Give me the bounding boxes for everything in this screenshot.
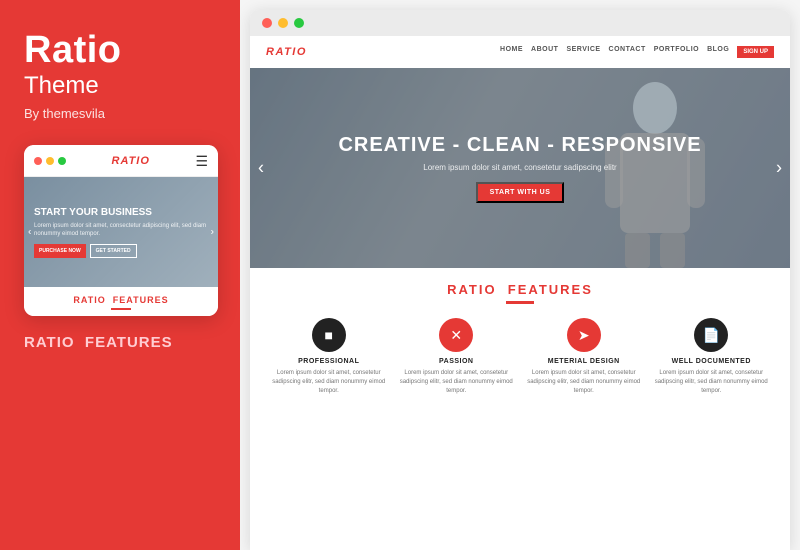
right-panel: RATIO HOME ABOUT SERVICE CONTACT PORTFOL… (240, 0, 800, 550)
feature-material-name: METERIAL DESIGN (548, 358, 620, 365)
feature-material-icon: ➤ (567, 318, 601, 352)
feature-material: ➤ METERIAL DESIGN Lorem ipsum dolor sit … (525, 318, 643, 396)
site-nav-contact[interactable]: CONTACT (609, 46, 646, 58)
site-hero-arrow-left-icon[interactable]: ‹ (258, 158, 264, 179)
site-nav-home[interactable]: HOME (500, 46, 523, 58)
mobile-features-title: RATIO FEATURES (24, 295, 218, 305)
mobile-hero-desc: Lorem ipsum dolor sit amet, consectetur … (34, 222, 208, 239)
features-label1: RATIO (447, 282, 496, 297)
mobile-logo: RATIO (112, 155, 150, 167)
site-nav-links: HOME ABOUT SERVICE CONTACT PORTFOLIO BLO… (327, 46, 774, 58)
mobile-features-section: RATIO FEATURES (24, 287, 218, 316)
site-hero-content: CREATIVE - CLEAN - RESPONSIVE Lorem ipsu… (338, 134, 701, 203)
feature-professional-desc: Lorem ipsum dolor sit amet, consetetur s… (270, 369, 388, 396)
site-nav-portfolio[interactable]: PORTFOLIO (654, 46, 699, 58)
feature-professional: ■ PROFESSIONAL Lorem ipsum dolor sit ame… (270, 318, 388, 396)
site-hero-cta-button[interactable]: START WITH US (476, 182, 565, 203)
site-features: RATIO FEATURES ■ PROFESSIONAL Lorem ipsu… (250, 268, 790, 550)
feature-documented-name: WELL DOCUMENTED (672, 358, 751, 365)
mobile-dots (34, 157, 66, 165)
site-hero-title: CREATIVE - CLEAN - RESPONSIVE (338, 134, 701, 157)
theme-title: Ratio Theme By themesvila (24, 30, 122, 121)
site-nav-about[interactable]: ABOUT (531, 46, 558, 58)
feature-passion-icon: ✕ (439, 318, 473, 352)
mobile-arrow-right-icon[interactable]: › (211, 226, 214, 237)
browser-chrome: RATIO HOME ABOUT SERVICE CONTACT PORTFOL… (250, 10, 790, 550)
mobile-dot-red (34, 157, 42, 165)
site-nav-blog[interactable]: BLOG (707, 46, 729, 58)
by-text: By themesvila (24, 106, 122, 121)
feature-professional-icon: ■ (312, 318, 346, 352)
site-navbar: RATIO HOME ABOUT SERVICE CONTACT PORTFOL… (250, 36, 790, 68)
site-nav-service[interactable]: SERVICE (566, 46, 600, 58)
site-nav-signup-button[interactable]: SIGN UP (737, 46, 774, 58)
browser-dot-red[interactable] (262, 18, 272, 28)
mobile-hero-buttons: PURCHASE NOW GET STARTED (34, 244, 208, 258)
features-underline (506, 301, 534, 304)
feature-documented-desc: Lorem ipsum dolor sit amet, consetetur s… (653, 369, 771, 396)
browser-top-bar (250, 10, 790, 36)
mobile-top-bar: RATIO ☰ (24, 145, 218, 177)
browser-dot-green[interactable] (294, 18, 304, 28)
left-panel: Ratio Theme By themesvila RATIO ☰ ‹ STAR… (0, 0, 240, 550)
site-hero-desc: Lorem ipsum dolor sit amet, consetetur s… (338, 163, 701, 172)
mobile-features-underline (111, 308, 131, 310)
mobile-hero: ‹ START YOUR BUSINESS Lorem ipsum dolor … (24, 177, 218, 287)
features-label2: FEATURES (508, 282, 593, 297)
hamburger-icon[interactable]: ☰ (195, 153, 208, 170)
left-bottom-features: RATIO FEATURES (24, 334, 173, 351)
mobile-features-label2: FEATURES (113, 295, 169, 305)
feature-passion: ✕ PASSION Lorem ipsum dolor sit amet, co… (398, 318, 516, 396)
feature-passion-desc: Lorem ipsum dolor sit amet, consetetur s… (398, 369, 516, 396)
mobile-dot-yellow (46, 157, 54, 165)
site-hero-arrow-right-icon[interactable]: › (776, 158, 782, 179)
feature-documented-icon: 📄 (694, 318, 728, 352)
left-features-label2: FEATURES (85, 334, 173, 351)
browser-content: RATIO HOME ABOUT SERVICE CONTACT PORTFOL… (250, 36, 790, 550)
left-bottom-features-text: RATIO FEATURES (24, 334, 173, 351)
feature-documented: 📄 WELL DOCUMENTED Lorem ipsum dolor sit … (653, 318, 771, 396)
mobile-hero-content: START YOUR BUSINESS Lorem ipsum dolor si… (34, 206, 208, 258)
site-features-title: RATIO FEATURES (270, 282, 770, 297)
site-hero: ‹ CREATIVE - CLEAN - RESPONSIVE Lorem ip… (250, 68, 790, 268)
subtitle-text: Theme (24, 72, 122, 100)
mobile-get-started-button[interactable]: GET STARTED (90, 244, 137, 258)
feature-professional-name: PROFESSIONAL (298, 358, 359, 365)
features-grid: ■ PROFESSIONAL Lorem ipsum dolor sit ame… (270, 318, 770, 396)
mobile-arrow-left-icon[interactable]: ‹ (28, 226, 31, 237)
mobile-features-label1: RATIO (73, 295, 105, 305)
feature-passion-name: PASSION (439, 358, 474, 365)
mobile-hero-title: START YOUR BUSINESS (34, 206, 208, 219)
title-text: Ratio (24, 30, 122, 72)
left-features-label1: RATIO (24, 334, 75, 351)
feature-material-desc: Lorem ipsum dolor sit amet, consetetur s… (525, 369, 643, 396)
mobile-purchase-button[interactable]: PURCHASE NOW (34, 244, 86, 258)
site-nav-logo: RATIO (266, 46, 307, 58)
mobile-mockup: RATIO ☰ ‹ START YOUR BUSINESS Lorem ipsu… (24, 145, 218, 316)
browser-dot-yellow[interactable] (278, 18, 288, 28)
mobile-dot-green (58, 157, 66, 165)
